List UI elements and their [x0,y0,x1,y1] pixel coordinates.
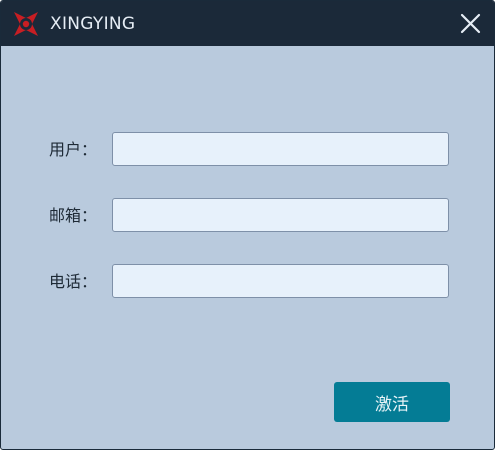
close-icon [460,13,481,34]
activate-button[interactable]: 激活 [334,382,450,422]
email-row: 邮箱： [1,198,494,234]
title-bar[interactable]: XINGYING [1,1,494,46]
close-button[interactable] [448,1,494,46]
phone-label: 电话： [49,272,98,291]
window-title: XINGYING [50,14,136,34]
phone-row: 电话： [1,264,494,300]
phone-input[interactable] [112,264,449,298]
user-input[interactable] [112,132,449,166]
app-logo-icon [12,10,40,38]
email-input[interactable] [112,198,449,232]
email-label: 邮箱： [49,206,98,225]
user-row: 用户： [1,132,494,168]
activation-dialog: XINGYING 用户： 邮箱： 电话： 激活 [0,0,495,450]
user-label: 用户： [49,140,98,159]
